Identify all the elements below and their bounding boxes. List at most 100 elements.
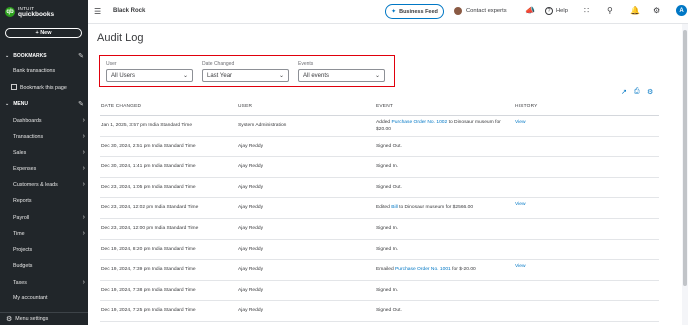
help-button[interactable]: ? Help (545, 7, 568, 15)
menu-header[interactable]: ⌄ MENU ✎ (5, 100, 84, 108)
chevron-right-icon: › (82, 230, 85, 237)
menu-settings-button[interactable]: ⚙ Menu settings (0, 312, 88, 325)
date-cell: Dec 23, 2024, 12:02 pm India Standard Ti… (101, 205, 199, 211)
sidebar-item-expenses[interactable]: Expenses › (13, 165, 85, 172)
date-changed-filter: Date Changed Last Year ⌄ (202, 61, 289, 82)
chevron-right-icon: › (82, 133, 85, 140)
chevron-right-icon: › (82, 214, 85, 221)
date-cell: Dec 19, 2024, 7:39 pm India Standard Tim… (101, 267, 196, 273)
chevron-right-icon: › (82, 149, 85, 156)
export-icon[interactable]: ↗ (621, 88, 627, 96)
sidebar-item-taxes[interactable]: Taxes › (13, 279, 85, 286)
sidebar-item-time[interactable]: Time › (13, 230, 85, 237)
grid-icon[interactable]: ∷ (584, 6, 589, 15)
contact-experts-button[interactable]: Contact experts (454, 7, 507, 15)
user-cell: System Administration (238, 123, 287, 128)
sidebar-item-my-accountant[interactable]: My accountant (13, 295, 85, 301)
user-cell: Ajay Reddy (238, 184, 264, 190)
event-cell: Signed In. (376, 164, 399, 170)
logo-line2: quickbooks (18, 11, 55, 18)
chevron-right-icon: › (82, 279, 85, 286)
user-cell: Ajay Reddy (238, 164, 264, 170)
events-label: Events (298, 61, 314, 67)
table-row: Dec 23, 2024, 12:02 pm India Standard Ti… (100, 198, 659, 219)
event-cell: Emailed Purchase Order No. 1001 for $-20… (376, 267, 476, 273)
events-filter: Events All events ⌄ (298, 61, 385, 82)
column-event[interactable]: EVENT (376, 104, 393, 109)
user-cell: Ajay Reddy (238, 143, 264, 149)
business-feed-button[interactable]: ✦ Business Feed (385, 4, 444, 19)
hamburger-icon[interactable]: ☰ (94, 7, 101, 16)
user-cell: Ajay Reddy (238, 308, 264, 314)
search-icon[interactable]: ⚲ (607, 6, 613, 15)
table-row: Dec 30, 2024, 2:51 pm India Standard Tim… (100, 137, 659, 158)
bookmark-this-page[interactable]: Bookmark this page (20, 85, 85, 91)
main-content: Audit Log User All Users ⌄ Date Changed … (88, 24, 688, 325)
bookmarks-header[interactable]: ⌄ BOOKMARKS ✎ (5, 52, 84, 60)
column-user[interactable]: USER (238, 104, 252, 109)
user-cell: Ajay Reddy (238, 225, 264, 231)
sparkle-icon: ✦ (391, 9, 397, 15)
sidebar-item-transactions[interactable]: Transactions › (13, 133, 85, 140)
new-button[interactable]: + New (5, 28, 82, 38)
events-select[interactable]: All events ⌄ (298, 69, 385, 82)
date-cell: Dec 19, 2024, 7:38 pm India Standard Tim… (101, 287, 196, 293)
chevron-down-icon: ⌄ (182, 73, 188, 79)
edit-bookmarks-icon[interactable]: ✎ (78, 52, 84, 60)
event-cell: Signed Out. (376, 308, 402, 314)
user-cell: Ajay Reddy (238, 246, 264, 252)
table-header: DATE CHANGED USER EVENT HISTORY (100, 100, 659, 116)
table-row: Dec 19, 2024, 7:39 pm India Standard Tim… (100, 260, 659, 281)
table-row: Dec 19, 2024, 8:20 pm India Standard Tim… (100, 240, 659, 261)
view-history-link[interactable]: View (515, 120, 526, 127)
date-cell: Dec 19, 2024, 7:25 pm India Standard Tim… (101, 308, 196, 314)
date-cell: Dec 19, 2024, 8:20 pm India Standard Tim… (101, 246, 196, 252)
date-cell: Dec 23, 2024, 1:05 pm India Standard Tim… (101, 184, 196, 190)
page-title: Audit Log (97, 32, 144, 44)
date-changed-select[interactable]: Last Year ⌄ (202, 69, 289, 82)
gear-icon: ⚙ (6, 316, 13, 323)
event-cell: Signed Out. (376, 184, 402, 190)
top-bar: ☰ Black Rock ✦ Business Feed Contact exp… (88, 0, 688, 24)
sidebar-item-reports[interactable]: Reports (13, 198, 85, 204)
bookmark-bank-transactions[interactable]: Bank transactions (13, 68, 85, 74)
sidebar-item-projects[interactable]: Projects (13, 247, 85, 253)
quickbooks-logo[interactable]: qb INTUIT quickbooks (5, 6, 54, 18)
scrollbar-thumb[interactable] (683, 30, 687, 286)
edit-menu-icon[interactable]: ✎ (78, 100, 84, 108)
sidebar-item-customers-leads[interactable]: Customers & leads › (13, 181, 85, 188)
expert-avatar (454, 7, 462, 15)
chevron-down-icon: ⌄ (278, 73, 284, 79)
table-row: Dec 19, 2024, 7:25 pm India Standard Tim… (100, 301, 659, 322)
sidebar-item-payroll[interactable]: Payroll › (13, 214, 85, 221)
column-date-changed[interactable]: DATE CHANGED (101, 104, 141, 109)
event-link[interactable]: Purchase Order No. 1001 (395, 267, 451, 272)
sidebar-item-dashboards[interactable]: Dashboards › (13, 117, 85, 124)
date-cell: Dec 23, 2024, 12:00 pm India Standard Ti… (101, 225, 199, 231)
sidebar-item-budgets[interactable]: Budgets (13, 263, 85, 269)
sidebar-item-sales[interactable]: Sales › (13, 149, 85, 156)
view-history-link[interactable]: View (515, 264, 526, 271)
view-history-link[interactable]: View (515, 202, 526, 209)
date-cell: Dec 30, 2024, 1:41 pm India Standard Tim… (101, 164, 196, 170)
settings-icon[interactable]: ⚙ (647, 88, 653, 96)
date-changed-label: Date Changed (202, 61, 235, 67)
user-cell: Ajay Reddy (238, 287, 264, 293)
company-name: Black Rock (113, 8, 146, 14)
event-link[interactable]: Purchase Order No. 1002 (392, 120, 448, 125)
event-cell: Signed Out. (376, 143, 402, 149)
event-cell: Signed In. (376, 287, 399, 293)
print-icon[interactable]: ⎙ (634, 88, 640, 96)
chevron-right-icon: › (82, 181, 85, 188)
user-select[interactable]: All Users ⌄ (106, 69, 193, 82)
filter-group: User All Users ⌄ Date Changed Last Year … (99, 55, 395, 87)
help-icon: ? (545, 7, 553, 15)
chevron-down-icon: ⌄ (5, 53, 10, 59)
user-avatar[interactable]: A (676, 5, 687, 16)
sidebar: qb INTUIT quickbooks + New ⌄ BOOKMARKS ✎… (0, 0, 88, 325)
megaphone-icon[interactable]: 📣 (525, 6, 535, 15)
table-row: Dec 23, 2024, 1:05 pm India Standard Tim… (100, 178, 659, 199)
bell-icon[interactable]: 🔔 (630, 6, 640, 15)
chevron-right-icon: › (82, 165, 85, 172)
gear-icon[interactable]: ⚙ (653, 6, 660, 15)
